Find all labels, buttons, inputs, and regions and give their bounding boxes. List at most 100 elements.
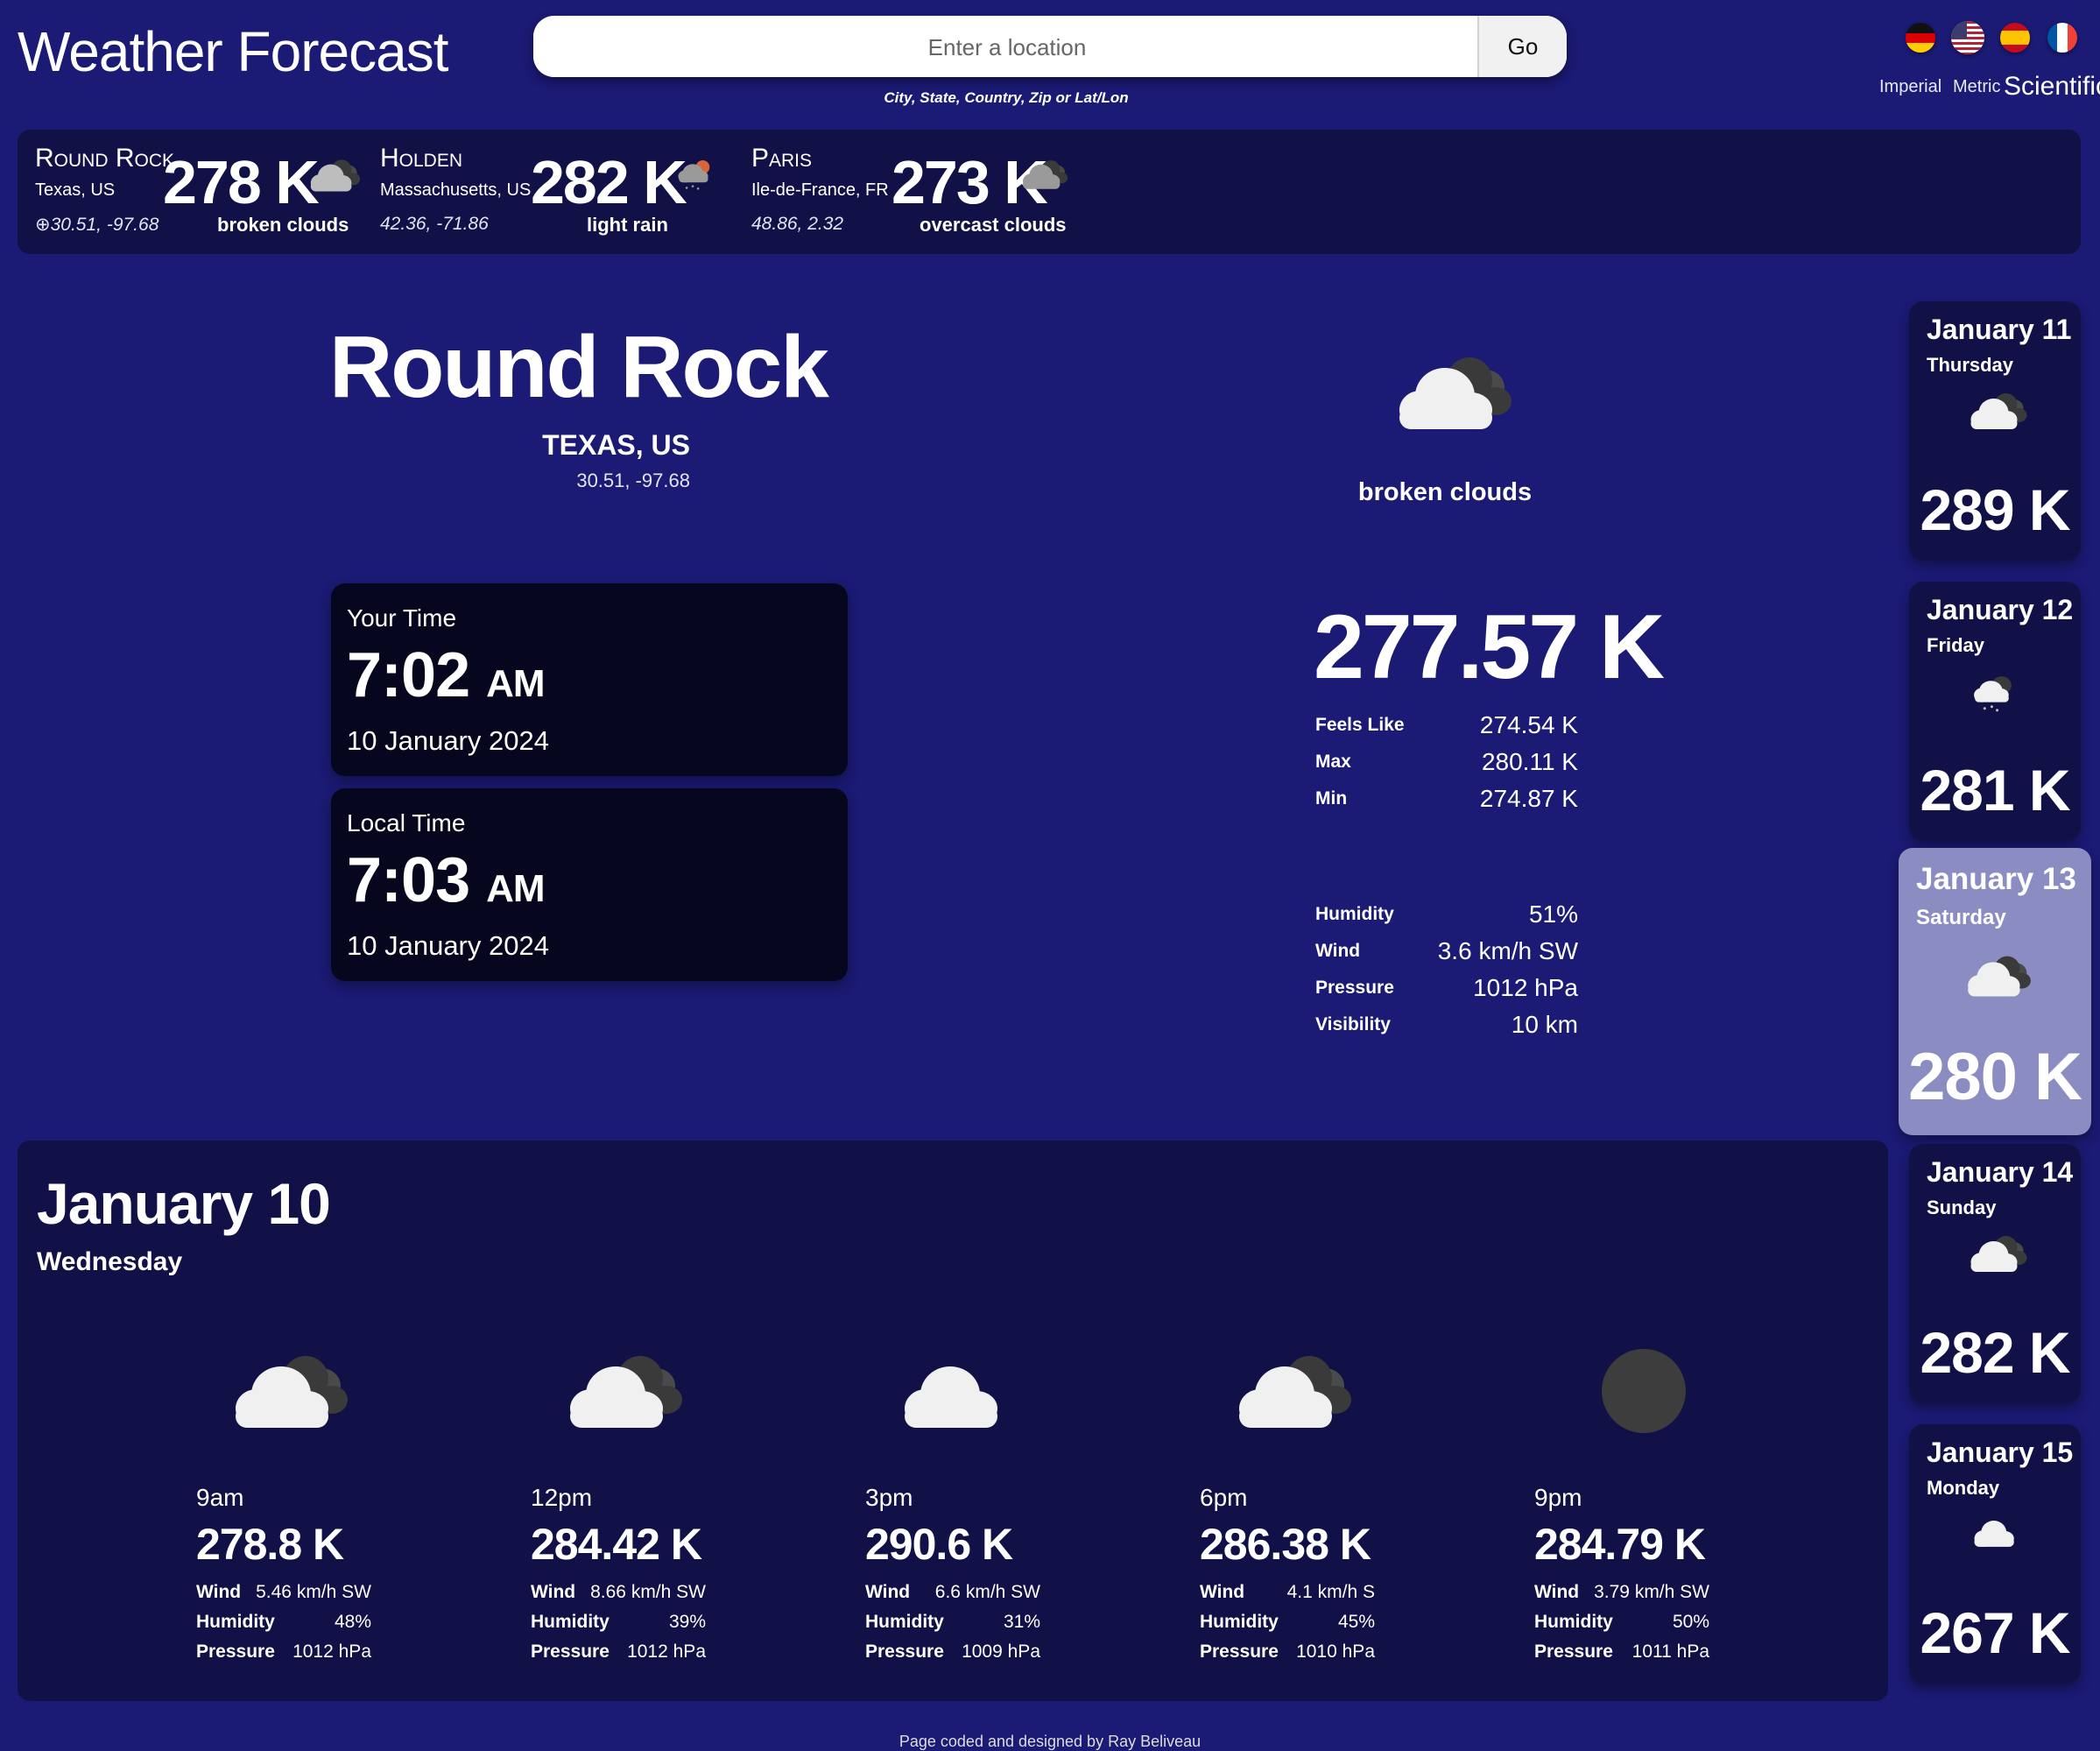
hour-wind-row: Wind 6.6 km/h SW	[865, 1582, 1040, 1602]
local-time-label: Local Time	[347, 809, 466, 837]
hour-wind-row: Wind 5.46 km/h SW	[196, 1582, 371, 1602]
hour-label: 12pm	[531, 1484, 593, 1511]
local-time-value: 7:03 AM	[347, 845, 546, 915]
hourly-weekday: Wednesday	[37, 1247, 183, 1276]
saved-location-holden[interactable]: Holden Massachusetts, US 42.36, -71.86 2…	[380, 130, 730, 254]
scientific-units-option[interactable]: Scientific	[2004, 72, 2100, 102]
hourly-item: 9pm 284.79 K Wind 3.79 km/h SW Humidity 50…	[1534, 1347, 1709, 1671]
visibility-row: Visibility 10 km	[1315, 1011, 1578, 1038]
hour-label: 6pm	[1200, 1484, 1248, 1511]
saved-city-coords: 48.86, 2.32	[751, 214, 844, 234]
hour-temp: 286.38 K	[1200, 1520, 1371, 1569]
forecast-temp: 282 K	[1920, 1320, 2070, 1385]
forecast-day-card[interactable]: January 14 Sunday 282 K	[1909, 1144, 2081, 1403]
hour-pressure-row: Pressure 1011 hPa	[1534, 1642, 1709, 1662]
saved-city-temp: 282 K	[531, 148, 687, 216]
your-time-value: 7:02 AM	[347, 640, 546, 710]
your-time-card: Your Time 7:02 AM 10 January 2024	[331, 583, 848, 776]
your-time-date: 10 January 2024	[347, 725, 549, 756]
hour-label: 9pm	[1534, 1484, 1582, 1511]
saved-city-desc: broken clouds	[217, 214, 349, 236]
forecast-date: January 12	[1927, 594, 2074, 625]
forecast-day-card[interactable]: January 11 Thursday 289 K	[1909, 301, 2081, 561]
search-bar: Go	[533, 16, 1567, 77]
forecast-date: January 13	[1916, 862, 2076, 896]
broken-clouds-icon	[1200, 1347, 1375, 1439]
hour-humidity-row: Humidity 50%	[1534, 1612, 1709, 1632]
spanish-flag-icon[interactable]	[2000, 23, 2030, 53]
saved-location-paris[interactable]: Paris Ile-de-France, FR 48.86, 2.32 273 …	[751, 130, 1119, 254]
current-city-region: TEXAS, US	[542, 429, 690, 461]
feels-like-row: Feels Like 274.54 K	[1315, 711, 1578, 738]
go-button[interactable]: Go	[1477, 16, 1567, 77]
max-temp-row: Max 280.11 K	[1315, 748, 1578, 775]
broken-clouds-icon	[1909, 1232, 2081, 1280]
us-flag-icon[interactable]	[1951, 21, 1984, 54]
light-rain-icon	[674, 154, 718, 201]
hourly-item: 6pm 286.38 K Wind 4.1 km/h S Humidity 45% …	[1200, 1347, 1375, 1671]
local-time-card: Local Time 7:03 AM 10 January 2024	[331, 788, 848, 981]
hour-label: 3pm	[865, 1484, 913, 1511]
broken-clouds-icon	[1382, 349, 1513, 441]
saved-city-name: Holden	[380, 144, 463, 173]
cloud-icon	[865, 1347, 1040, 1439]
saved-city-coords: 42.36, -71.86	[380, 214, 489, 234]
light-rain-icon	[1909, 669, 2081, 723]
current-location-icon: ⊕	[35, 215, 51, 235]
saved-city-name: Paris	[751, 144, 813, 173]
forecast-day-card-selected[interactable]: January 13 Saturday 280 K	[1899, 848, 2091, 1135]
search-hint: City, State, Country, Zip or Lat/Lon	[884, 89, 1129, 106]
hour-humidity-row: Humidity 39%	[531, 1612, 706, 1632]
your-time-label: Your Time	[347, 604, 457, 632]
hour-temp: 284.79 K	[1534, 1520, 1706, 1569]
night-clear-icon	[1534, 1347, 1709, 1439]
forecast-day-card[interactable]: January 12 Friday 281 K	[1909, 582, 2081, 841]
hour-pressure-row: Pressure 1010 hPa	[1200, 1642, 1375, 1662]
saved-city-region: Texas, US	[35, 180, 116, 200]
broken-clouds-icon	[1909, 389, 2081, 437]
location-search-input[interactable]	[533, 16, 1481, 77]
saved-city-region: Ile-de-France, FR	[751, 180, 889, 200]
overcast-clouds-icon	[1016, 154, 1068, 199]
forecast-date: January 11	[1927, 314, 2072, 345]
broken-clouds-icon	[1899, 951, 2091, 1005]
french-flag-icon[interactable]	[2047, 23, 2077, 53]
imperial-units-option[interactable]: Imperial	[1879, 77, 1941, 97]
forecast-weekday: Saturday	[1916, 906, 2006, 929]
hour-pressure-row: Pressure 1012 hPa	[196, 1642, 371, 1662]
page-footer: Page coded and designed by Ray Beliveau	[898, 1733, 1202, 1750]
hourly-item: 12pm 284.42 K Wind 8.66 km/h SW Humidity 3…	[531, 1347, 706, 1671]
forecast-weekday: Friday	[1927, 634, 1985, 656]
forecast-day-card[interactable]: January 15 Monday 267 K	[1909, 1424, 2081, 1684]
current-city-coords: 30.51, -97.68	[576, 470, 690, 491]
hour-wind-row: Wind 4.1 km/h S	[1200, 1582, 1375, 1602]
broken-clouds-icon	[531, 1347, 706, 1439]
saved-location-round-rock[interactable]: Round Rock Texas, US ⊕30.51, -97.68 278 …	[35, 130, 368, 254]
current-city-name: Round Rock	[329, 318, 829, 416]
forecast-weekday: Monday	[1927, 1477, 2000, 1499]
saved-city-desc: light rain	[587, 214, 668, 236]
saved-city-coords: ⊕30.51, -97.68	[35, 215, 159, 235]
cloud-icon	[1909, 1512, 2081, 1555]
humidity-row: Humidity 51%	[1315, 900, 1578, 928]
hour-pressure-row: Pressure 1012 hPa	[531, 1642, 706, 1662]
saved-city-name: Round Rock	[35, 144, 175, 173]
saved-city-temp: 278 K	[163, 148, 320, 216]
hour-temp: 278.8 K	[196, 1520, 344, 1569]
hour-humidity-row: Humidity 48%	[196, 1612, 371, 1632]
german-flag-icon[interactable]	[1906, 23, 1935, 53]
hour-label: 9am	[196, 1484, 244, 1511]
hour-wind-row: Wind 8.66 km/h SW	[531, 1582, 706, 1602]
pressure-row: Pressure 1012 hPa	[1315, 974, 1578, 1001]
saved-city-desc: overcast clouds	[920, 214, 1067, 236]
forecast-temp: 280 K	[1908, 1040, 2082, 1114]
hour-temp: 284.42 K	[531, 1520, 702, 1569]
min-temp-row: Min 274.87 K	[1315, 785, 1578, 812]
app-title: Weather Forecast	[18, 20, 448, 83]
metric-units-option[interactable]: Metric	[1953, 77, 2000, 97]
forecast-temp: 289 K	[1920, 477, 2070, 542]
broken-clouds-icon	[303, 154, 361, 201]
forecast-temp: 267 K	[1920, 1600, 2070, 1665]
forecast-temp: 281 K	[1920, 758, 2070, 823]
hourly-forecast-panel: January 10 Wednesday 9am 278.8 K Wind 5.4…	[18, 1140, 1888, 1701]
